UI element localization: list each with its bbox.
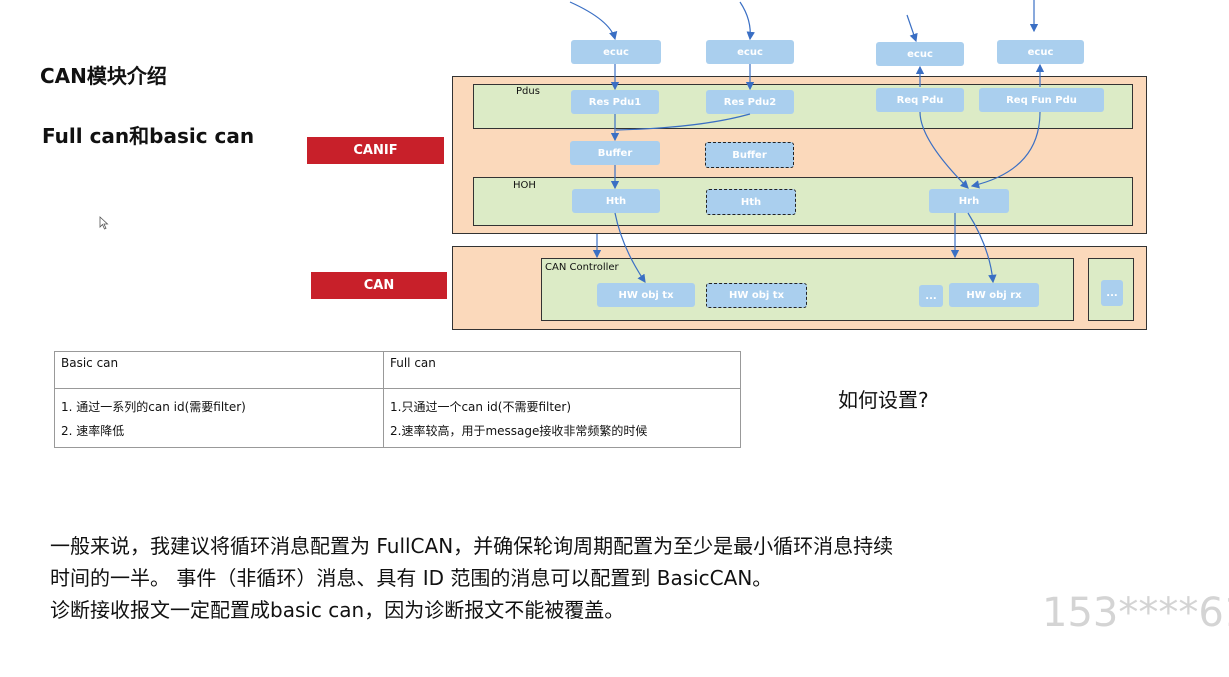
pdu-block: Req Pdu (876, 88, 964, 112)
pdus-label: Pdus (516, 86, 540, 97)
full-can-item: 2.速率较高，用于message接收非常频繁的时候 (390, 424, 648, 438)
ecuc-block: ecuc (571, 40, 661, 64)
canif-tag: CANIF (307, 137, 444, 164)
table-row: 1. 通过一系列的can id(需要filter) 2. 速率降低 1.只通过一… (54, 388, 741, 448)
hw-obj-rx: HW obj rx (949, 283, 1039, 307)
basic-can-item: 2. 速率降低 (61, 424, 125, 438)
hw-ellipsis: ... (919, 285, 943, 307)
page-title: CAN模块介绍 (40, 64, 167, 88)
comparison-table: Basic can Full can 1. 通过一系列的can id(需要fil… (54, 351, 741, 448)
explanation-paragraph: 一般来说，我建议将循环消息配置为 FullCAN，并确保轮询周期配置为至少是最小… (50, 530, 893, 626)
buffer-block-dashed: Buffer (705, 142, 794, 168)
watermark: 153****61 (1042, 590, 1229, 636)
full-can-item: 1.只通过一个can id(不需要filter) (390, 400, 572, 414)
can-tag: CAN (311, 272, 447, 299)
buffer-block: Buffer (570, 141, 660, 165)
paragraph-line: 时间的一半。 事件（非循环）消息、具有 ID 范围的消息可以配置到 BasicC… (50, 566, 773, 590)
cursor-icon (99, 216, 109, 230)
table-header-row: Basic can Full can (54, 351, 741, 389)
pdu-block: Res Pdu2 (706, 90, 794, 114)
can-controller-label: CAN Controller (545, 262, 619, 273)
header-full-can: Full can (383, 351, 741, 389)
hw-ellipsis-extra: ... (1101, 280, 1123, 306)
paragraph-line: 一般来说，我建议将循环消息配置为 FullCAN，并确保轮询周期配置为至少是最小… (50, 534, 894, 558)
pdu-block: Req Fun Pdu (979, 88, 1104, 112)
pdu-block: Res Pdu1 (571, 90, 659, 114)
question-text: 如何设置? (838, 388, 929, 412)
hoh-label: HOH (513, 180, 536, 191)
hrh-block: Hrh (929, 189, 1009, 213)
ecuc-block: ecuc (876, 42, 964, 66)
ecuc-block: ecuc (997, 40, 1084, 64)
header-basic-can: Basic can (54, 351, 384, 389)
page-subtitle: Full can和basic can (42, 124, 255, 148)
ecuc-block: ecuc (706, 40, 794, 64)
basic-can-item: 1. 通过一系列的can id(需要filter) (61, 400, 246, 414)
paragraph-line: 诊断接收报文一定配置成basic can，因为诊断报文不能被覆盖。 (50, 598, 625, 622)
hw-obj-tx: HW obj tx (597, 283, 695, 307)
hw-obj-tx-dashed: HW obj tx (706, 283, 807, 308)
hth-block-dashed: Hth (706, 189, 796, 215)
hth-block: Hth (572, 189, 660, 213)
